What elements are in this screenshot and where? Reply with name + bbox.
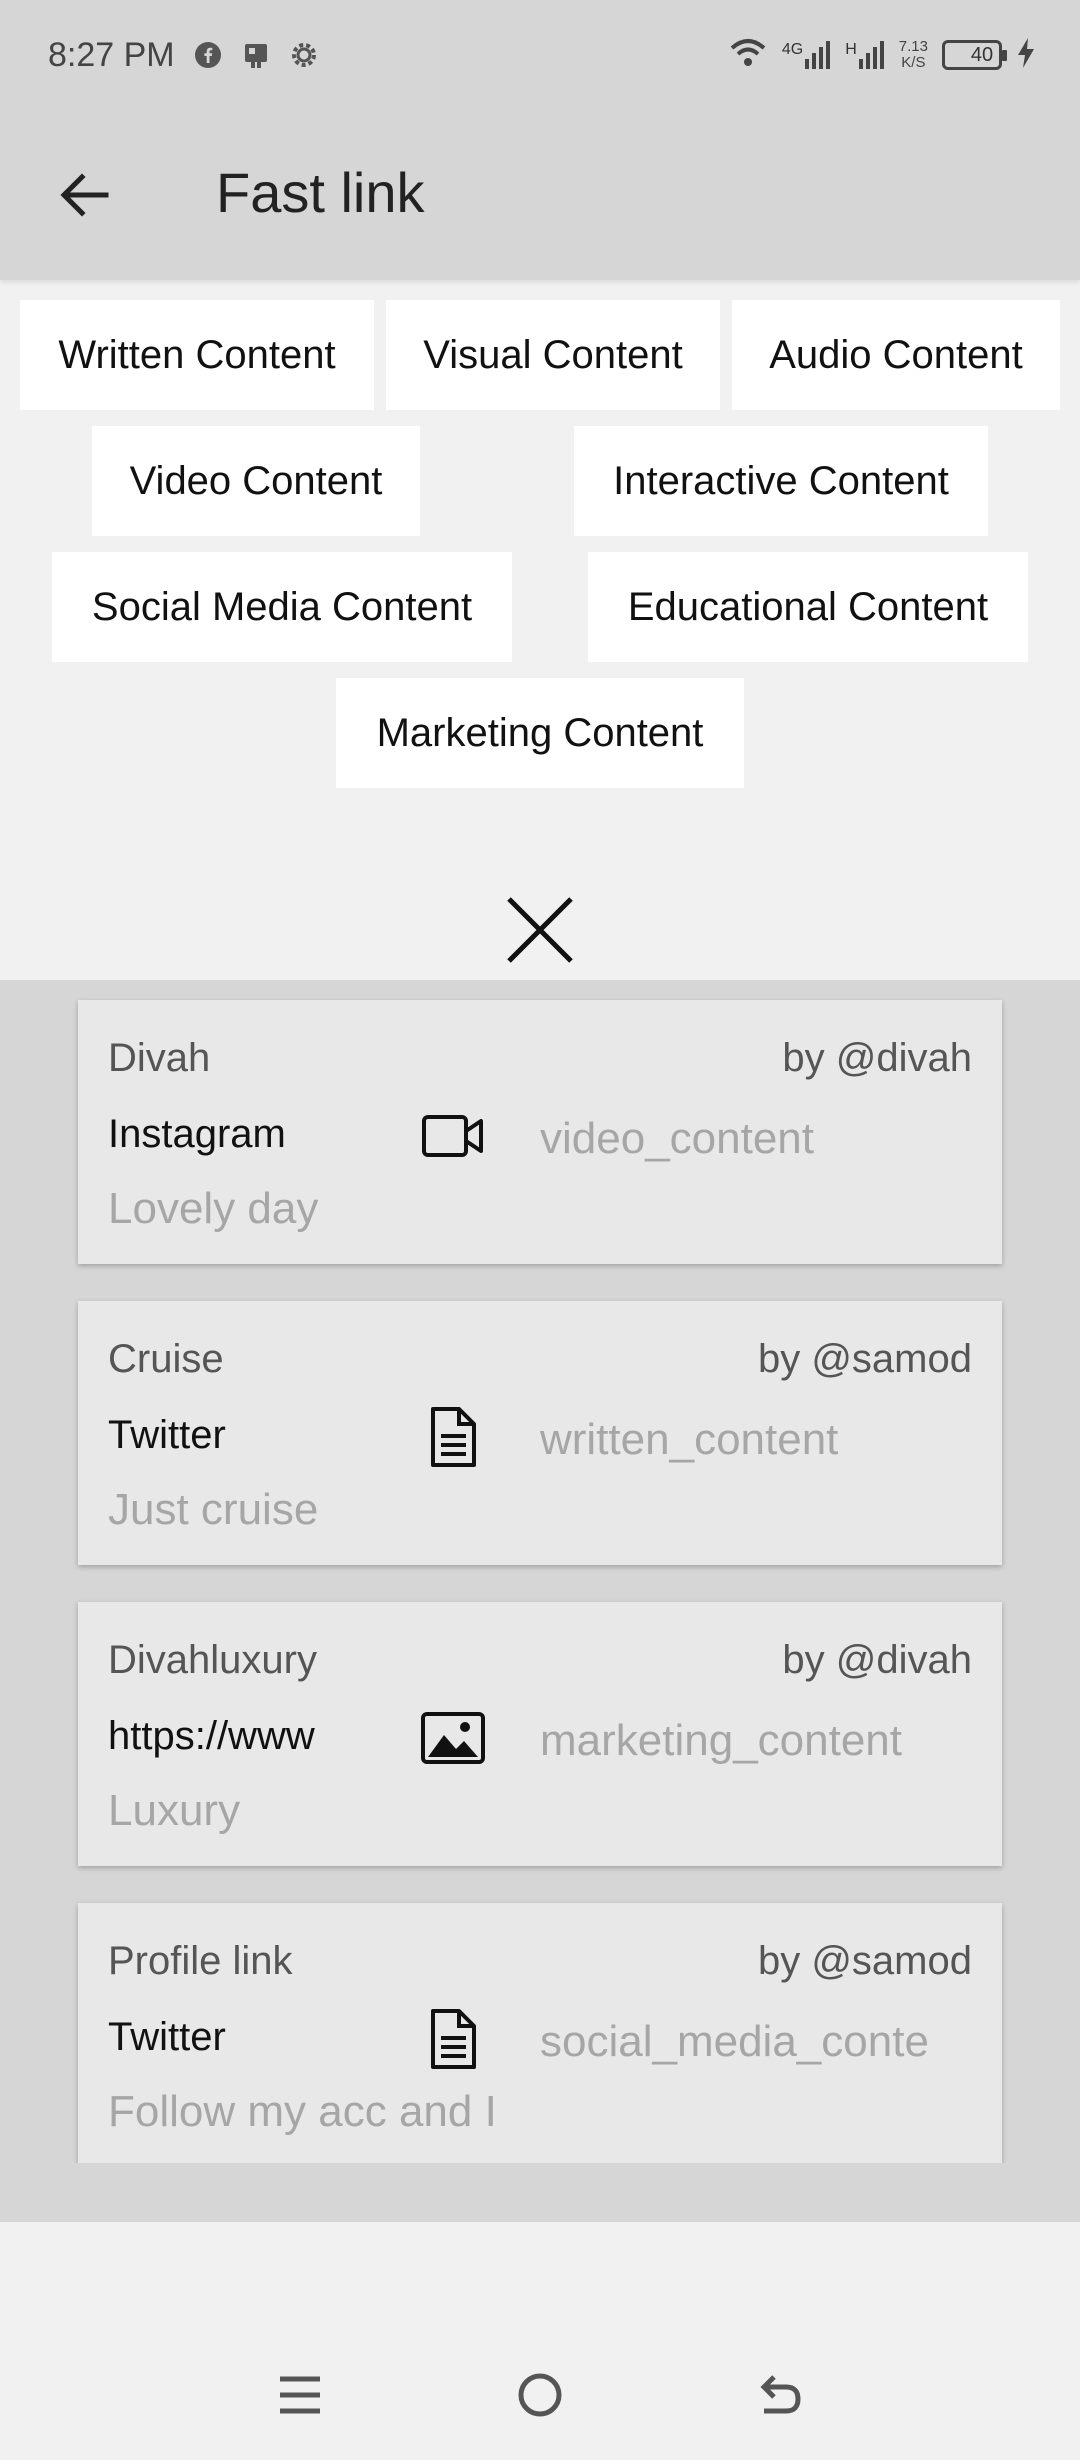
card-title: Cruise	[108, 1337, 224, 1381]
card-description: Just cruise	[108, 1485, 319, 1534]
card-author: by @samod	[757, 1337, 972, 1381]
network-h-label: H	[845, 41, 857, 58]
wifi-icon	[728, 38, 768, 73]
card-title: Divah	[108, 1036, 211, 1080]
card-author: by @divah	[782, 1638, 972, 1682]
card-author: by @divah	[782, 1036, 972, 1080]
menu-button[interactable]	[260, 2355, 340, 2435]
facebook-icon	[193, 40, 223, 70]
results-panel: Divah by @divah Instagram video_content …	[0, 980, 1080, 2222]
results-list[interactable]: Divah by @divah Instagram video_content …	[0, 980, 1080, 2163]
settings-gear-icon	[289, 40, 319, 70]
media-icon	[241, 40, 271, 70]
document-icon	[418, 2007, 488, 2071]
chip-marketing-content[interactable]: Marketing Content	[336, 678, 744, 788]
result-card[interactable]: Cruise by @samod Twitter written_content…	[78, 1301, 1002, 1565]
chip-video-content[interactable]: Video Content	[92, 426, 420, 536]
card-description: Follow my acc and I	[108, 2087, 497, 2136]
back-button[interactable]	[44, 155, 124, 235]
card-content-type: marketing_content	[540, 1716, 902, 1765]
return-icon	[760, 2375, 801, 2414]
home-circle-icon	[518, 2373, 562, 2417]
result-card[interactable]: Divah by @divah Instagram video_content …	[78, 1000, 1002, 1264]
card-platform: Instagram	[108, 1112, 286, 1156]
status-time: 8:27 PM	[48, 35, 175, 74]
card-content-type: written_content	[540, 1415, 839, 1464]
signal-h-icon: H	[845, 41, 885, 69]
signal-4g-icon: 4G	[782, 41, 831, 69]
card-description: Luxury	[108, 1786, 241, 1835]
close-button[interactable]	[500, 890, 580, 970]
close-icon	[507, 897, 573, 963]
card-title: Profile link	[108, 1939, 293, 1983]
back-nav-button[interactable]	[740, 2355, 820, 2435]
card-platform: https://www	[108, 1714, 315, 1758]
document-icon	[418, 1405, 488, 1469]
video-camera-icon	[418, 1104, 488, 1168]
chip-interactive-content[interactable]: Interactive Content	[574, 426, 988, 536]
status-bar: 8:27 PM 4G H 7.13 K/S 40	[0, 0, 1080, 110]
charging-bolt-icon	[1016, 37, 1036, 73]
system-nav-bar	[0, 2330, 1080, 2460]
chip-written-content[interactable]: Written Content	[20, 300, 374, 410]
card-author: by @samod	[757, 1939, 972, 1983]
card-title: Divahluxury	[108, 1638, 317, 1682]
network-speed-unit: K/S	[901, 54, 926, 71]
battery-icon: 40	[942, 40, 1007, 70]
card-content-type: video_content	[540, 1114, 814, 1163]
app-bar: Fast link	[0, 110, 1080, 280]
status-left: 8:27 PM	[48, 36, 319, 75]
result-card[interactable]: Profile link by @samod Twitter social_me…	[78, 1903, 1002, 2163]
network-speed: 7.13 K/S	[899, 39, 928, 71]
status-right: 4G H 7.13 K/S 40	[728, 37, 1036, 73]
chip-social-media-content[interactable]: Social Media Content	[52, 552, 512, 662]
chip-educational-content[interactable]: Educational Content	[588, 552, 1028, 662]
chip-audio-content[interactable]: Audio Content	[732, 300, 1060, 410]
network-4g-label: 4G	[781, 41, 804, 58]
arrow-left-icon	[60, 173, 109, 217]
network-speed-value: 7.13	[898, 38, 928, 55]
menu-icon	[280, 2376, 320, 2414]
chip-visual-content[interactable]: Visual Content	[386, 300, 720, 410]
card-description: Lovely day	[108, 1184, 319, 1233]
image-icon	[418, 1706, 488, 1770]
result-card[interactable]: Divahluxury by @divah https://www market…	[78, 1602, 1002, 1866]
card-content-type: social_media_conte	[540, 2017, 929, 2066]
battery-level: 40	[970, 43, 994, 66]
card-platform: Twitter	[108, 2015, 226, 2059]
card-platform: Twitter	[108, 1413, 226, 1457]
page-title: Fast link	[216, 161, 425, 224]
home-button[interactable]	[500, 2355, 580, 2435]
